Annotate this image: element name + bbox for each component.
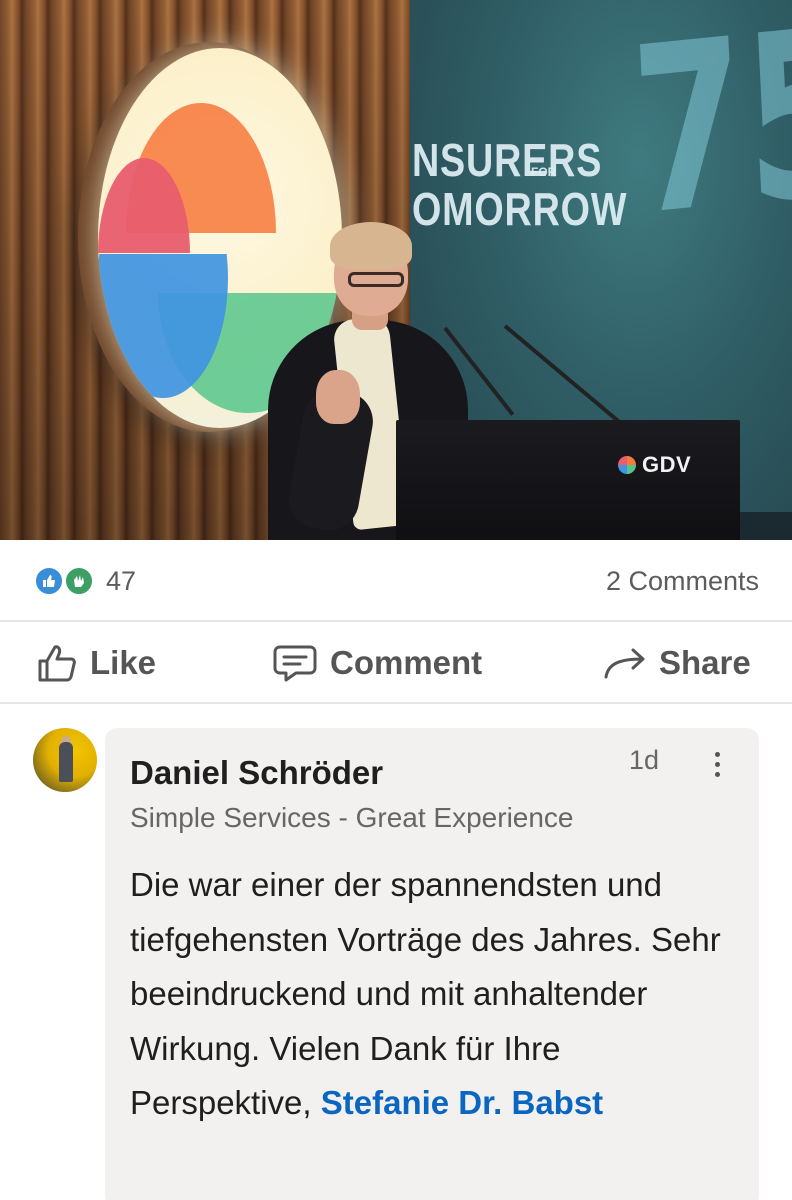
comment-body: Die war einer der spannendsten und tiefg… [130, 866, 721, 1121]
reaction-count[interactable]: 47 [106, 566, 136, 596]
action-bar: Like Comment Share [0, 622, 792, 704]
screen-title-line1: NSURERS [412, 134, 603, 186]
comment-label: Comment [330, 644, 483, 681]
share-label: Share [659, 644, 751, 681]
mention-link[interactable]: Stefanie Dr. Babst [321, 1084, 603, 1121]
comment-author[interactable]: Daniel Schröder [130, 754, 383, 792]
screen-anniversary-number: 75 [627, 0, 792, 268]
avatar[interactable] [33, 728, 97, 792]
share-button[interactable]: Share [603, 622, 751, 704]
reaction-icons[interactable] [34, 566, 98, 596]
screen-title-for: FOR [531, 165, 557, 179]
more-options-icon[interactable] [702, 744, 732, 784]
speech-bubble-icon [272, 643, 318, 683]
post-image[interactable]: NSURERS FOR OMORROW 75 GDV [0, 0, 792, 540]
podium-logo: GDV [618, 452, 691, 478]
screen-title-line2: OMORROW [412, 183, 628, 235]
gdv-logo-icon [618, 456, 636, 474]
share-arrow-icon [603, 645, 647, 681]
thumbs-up-icon [36, 643, 78, 683]
podium [396, 420, 740, 540]
like-label: Like [90, 644, 157, 681]
podium-brand-text: GDV [642, 452, 692, 477]
like-icon [34, 566, 64, 596]
comment-text: Die war einer der spannendsten und tiefg… [130, 858, 748, 1131]
comment-timestamp: 1d [629, 745, 660, 775]
social-counts-bar: 47 2 Comments [0, 540, 792, 622]
comment-button[interactable]: Comment [272, 622, 482, 704]
comments-count-link[interactable]: 2 Comments [606, 566, 759, 596]
like-button[interactable]: Like [36, 622, 156, 704]
clap-icon [64, 566, 94, 596]
comment-author-headline: Simple Services - Great Experience [130, 802, 574, 833]
